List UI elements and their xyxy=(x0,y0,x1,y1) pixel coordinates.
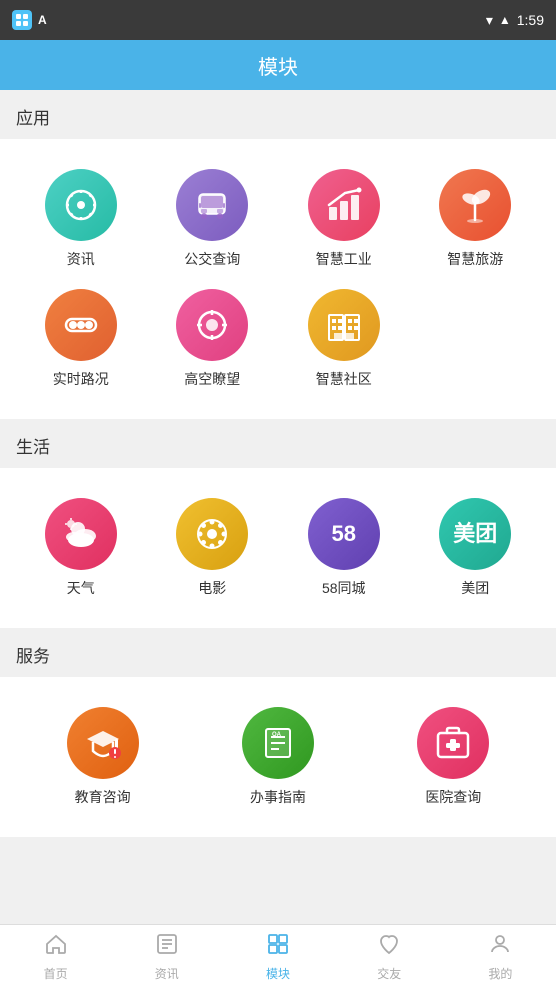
nav-label-modules: 模块 xyxy=(266,965,290,982)
header-title: 模块 xyxy=(258,51,298,80)
main-content: 应用 xyxy=(0,90,556,924)
app-label-sky: 高空瞭望 xyxy=(184,369,240,389)
nav-item-modules[interactable]: 模块 xyxy=(222,932,333,982)
58-text-icon: 58 xyxy=(332,523,356,545)
app-label-industry: 智慧工业 xyxy=(316,249,372,269)
app-icon-travel xyxy=(439,169,511,241)
news-icon xyxy=(155,932,179,962)
wifi-icon: ▾ xyxy=(486,12,493,29)
modules-icon xyxy=(266,932,290,962)
svg-text:OA: OA xyxy=(272,732,282,738)
header: 模块 xyxy=(0,40,556,90)
app-icon-community xyxy=(308,289,380,361)
nav-item-news[interactable]: 资讯 xyxy=(111,932,222,982)
app-item-traffic[interactable]: 实时路况 xyxy=(15,289,147,389)
app-icon-traffic xyxy=(45,289,117,361)
services-grid: 教育咨询 OA 办事指南 xyxy=(10,697,546,817)
app-icon-industry xyxy=(308,169,380,241)
app-item-travel[interactable]: 智慧旅游 xyxy=(410,169,542,269)
app-icon-info xyxy=(45,169,117,241)
status-time: 1:59 xyxy=(517,12,544,28)
app-label-meituan: 美团 xyxy=(461,578,489,598)
app-icon-hospital xyxy=(417,707,489,779)
app-item-hospital[interactable]: 医院查询 xyxy=(366,707,541,807)
app-icon-sky xyxy=(176,289,248,361)
apps-grid: 资讯 公交查询 xyxy=(10,159,546,399)
section-header-life: 生活 xyxy=(0,419,556,468)
app-icon-meituan: 美团 xyxy=(439,498,511,570)
status-right: ▾ ▲ 1:59 xyxy=(486,12,544,29)
app-item-movie[interactable]: 电影 xyxy=(147,498,279,598)
app-icon-bus xyxy=(176,169,248,241)
section-body-life: 天气 xyxy=(0,468,556,628)
app-item-info[interactable]: 资讯 xyxy=(15,169,147,269)
app-item-guide[interactable]: OA 办事指南 xyxy=(190,707,365,807)
content-spacer xyxy=(0,837,556,924)
app-icon-guide: OA xyxy=(242,707,314,779)
app-label-travel: 智慧旅游 xyxy=(447,249,503,269)
app-label-weather: 天气 xyxy=(67,578,95,598)
app-label-education: 教育咨询 xyxy=(75,787,131,807)
app-label-community: 智慧社区 xyxy=(316,369,372,389)
status-left: A xyxy=(12,10,47,30)
app-item-bus[interactable]: 公交查询 xyxy=(147,169,279,269)
app-label-guide: 办事指南 xyxy=(250,787,306,807)
home-icon xyxy=(44,932,68,962)
app-item-education[interactable]: 教育咨询 xyxy=(15,707,190,807)
status-bar: A ▾ ▲ 1:59 xyxy=(0,0,556,40)
app-label-traffic: 实时路况 xyxy=(53,369,109,389)
nav-item-mine[interactable]: 我的 xyxy=(445,932,556,982)
app-icon-movie xyxy=(176,498,248,570)
app-label-bus: 公交查询 xyxy=(184,249,240,269)
app-label-58: 58同城 xyxy=(322,578,366,598)
bottom-nav: 首页 资讯 模块 xyxy=(0,924,556,989)
meituan-text-icon: 美团 xyxy=(453,523,497,545)
app-item-meituan[interactable]: 美团 美团 xyxy=(410,498,542,598)
app-icon-education xyxy=(67,707,139,779)
section-body-services: 教育咨询 OA 办事指南 xyxy=(0,677,556,837)
app-label-hospital: 医院查询 xyxy=(425,787,481,807)
status-app-icon xyxy=(12,10,32,30)
social-icon xyxy=(377,932,401,962)
nav-label-social: 交友 xyxy=(377,965,401,982)
mine-icon xyxy=(488,932,512,962)
app-item-58[interactable]: 58 58同城 xyxy=(278,498,410,598)
signal-icon: ▲ xyxy=(499,13,511,27)
app-label-movie: 电影 xyxy=(198,578,226,598)
app-label-info: 资讯 xyxy=(67,249,95,269)
section-header-services: 服务 xyxy=(0,628,556,677)
nav-label-mine: 我的 xyxy=(488,965,512,982)
app-item-sky[interactable]: 高空瞭望 xyxy=(147,289,279,389)
nav-label-home: 首页 xyxy=(44,965,68,982)
nav-item-social[interactable]: 交友 xyxy=(334,932,445,982)
nav-label-news: 资讯 xyxy=(155,965,179,982)
app-icon-weather xyxy=(45,498,117,570)
app-item-community[interactable]: 智慧社区 xyxy=(278,289,410,389)
app-item-weather[interactable]: 天气 xyxy=(15,498,147,598)
life-grid: 天气 xyxy=(10,488,546,608)
app-item-industry[interactable]: 智慧工业 xyxy=(278,169,410,269)
section-body-apps: 资讯 公交查询 xyxy=(0,139,556,419)
app-icon-58: 58 xyxy=(308,498,380,570)
section-header-apps: 应用 xyxy=(0,90,556,139)
nav-item-home[interactable]: 首页 xyxy=(0,932,111,982)
status-a-label: A xyxy=(38,13,47,27)
